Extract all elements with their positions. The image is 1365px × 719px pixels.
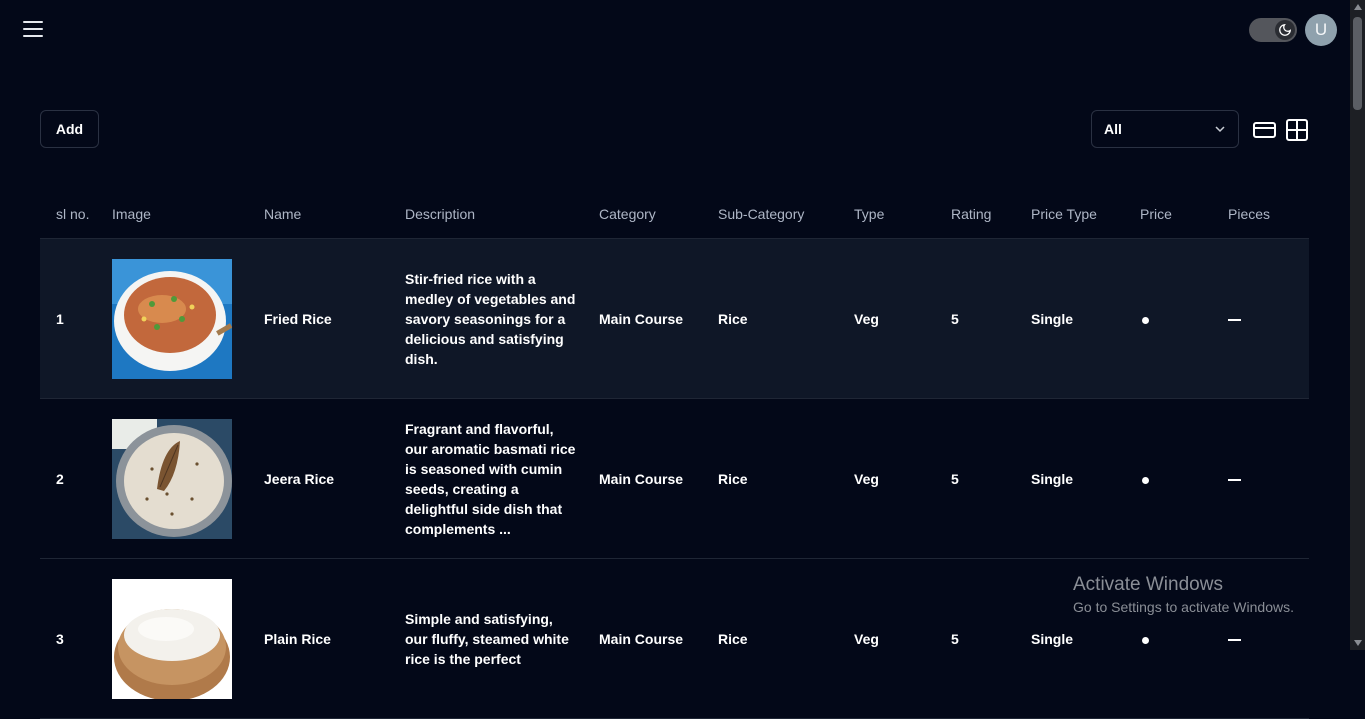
cell-sub-category: Rice (718, 238, 854, 399)
cell-category: Main Course (599, 398, 718, 559)
table-header-row: sl no. Image Name Description Category S… (40, 190, 1309, 239)
hamburger-menu-icon[interactable] (23, 21, 43, 37)
cell-name: Plain Rice (264, 558, 405, 719)
cell-sl: 2 (40, 398, 112, 559)
jeera-rice-image (112, 418, 232, 539)
cell-description: Fragrant and flavorful, our aromatic bas… (405, 398, 599, 559)
add-button[interactable]: Add (40, 110, 99, 148)
dash-icon (1228, 478, 1241, 481)
scroll-up-icon[interactable] (1354, 4, 1362, 10)
dash-icon (1228, 318, 1241, 321)
table-row[interactable]: 1 Fried Rice Stir-fried rice with a medl… (40, 238, 1309, 399)
cell-sl: 1 (40, 238, 112, 399)
plain-rice-image (112, 578, 232, 699)
cell-type: Veg (854, 398, 951, 559)
cell-image (112, 398, 264, 559)
cell-price (1140, 398, 1228, 559)
cell-type: Veg (854, 558, 951, 719)
column-header: Price Type (1031, 190, 1140, 239)
cell-image (112, 238, 264, 399)
theme-toggle[interactable] (1249, 18, 1297, 42)
scroll-down-icon[interactable] (1354, 640, 1362, 646)
cell-description: Stir-fried rice with a medley of vegetab… (405, 238, 599, 399)
column-header: Rating (951, 190, 1031, 239)
column-header: Category (599, 190, 718, 239)
cell-rating: 5 (951, 398, 1031, 559)
column-header: Name (264, 190, 405, 239)
cell-type: Veg (854, 238, 951, 399)
cell-image (112, 558, 264, 719)
moon-icon (1275, 20, 1295, 40)
price-dot-icon (1142, 476, 1149, 484)
food-items-table: sl no. Image Name Description Category S… (40, 190, 1309, 719)
dash-icon (1228, 638, 1241, 641)
filter-select-value: All (1104, 121, 1122, 137)
activate-windows-watermark: Activate Windows Go to Settings to activ… (1073, 574, 1294, 615)
cell-sub-category: Rice (718, 558, 854, 719)
avatar[interactable]: U (1305, 14, 1337, 46)
chevron-down-icon (1215, 126, 1225, 133)
cell-name: Fried Rice (264, 238, 405, 399)
cell-description: Simple and satisfying, our fluffy, steam… (405, 558, 599, 719)
cell-sub-category: Rice (718, 398, 854, 559)
cell-price-type: Single (1031, 238, 1140, 399)
watermark-title: Activate Windows (1073, 574, 1223, 595)
column-header: Price (1140, 190, 1228, 239)
cell-category: Main Course (599, 238, 718, 399)
table-row[interactable]: 2 Jeera Rice Fragrant and flavorful, our… (40, 398, 1309, 559)
cell-sl: 3 (40, 558, 112, 719)
vertical-scrollbar[interactable] (1350, 0, 1365, 650)
grid-view-icon[interactable] (1286, 119, 1308, 141)
cell-pieces (1228, 398, 1309, 559)
cell-rating: 5 (951, 238, 1031, 399)
column-header: sl no. (40, 190, 112, 239)
column-header: Type (854, 190, 951, 239)
cell-price-type: Single (1031, 398, 1140, 559)
cell-pieces (1228, 238, 1309, 399)
column-header: Description (405, 190, 599, 239)
cell-rating: 5 (951, 558, 1031, 719)
column-header: Pieces (1228, 190, 1309, 239)
fried-rice-image (112, 258, 232, 379)
column-header: Sub-Category (718, 190, 854, 239)
column-header: Image (112, 190, 264, 239)
price-dot-icon (1142, 316, 1149, 324)
price-dot-icon (1142, 636, 1149, 644)
card-view-icon[interactable] (1253, 119, 1276, 141)
cell-name: Jeera Rice (264, 398, 405, 559)
filter-select[interactable]: All (1091, 110, 1239, 148)
cell-category: Main Course (599, 558, 718, 719)
scrollbar-thumb[interactable] (1353, 17, 1362, 110)
cell-price (1140, 238, 1228, 399)
watermark-subtitle: Go to Settings to activate Windows. (1073, 599, 1294, 615)
